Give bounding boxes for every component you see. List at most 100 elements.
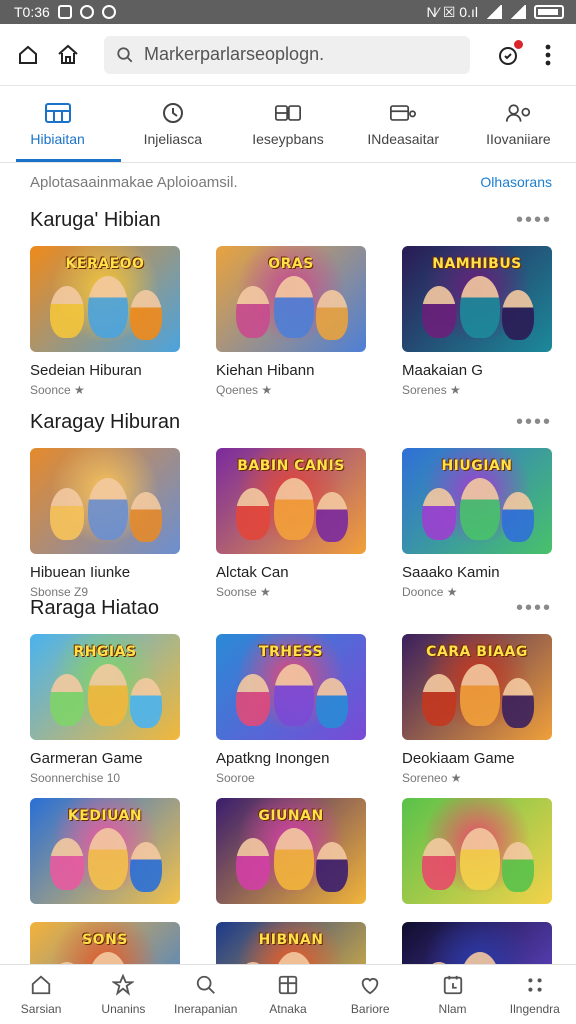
card-title: Alctak Can (216, 564, 289, 581)
character-figure (50, 286, 84, 338)
tab-indeasaitar[interactable]: INdeasaitar (346, 87, 461, 162)
character-figure (316, 492, 348, 542)
clock-icon (160, 102, 186, 123)
character-figure (236, 488, 270, 540)
home-button[interactable] (54, 41, 82, 69)
character-figure (50, 488, 84, 540)
game-card[interactable]: BABIN CANIS Alctak Can Soonse ★ (216, 448, 366, 599)
nav-item-sarsian[interactable]: Sarsian (0, 965, 82, 1024)
thumbnail-title: CARA BIAAG (426, 644, 528, 660)
card-title: Maakaian G (402, 362, 483, 379)
nav-item-atnaka[interactable]: Atnaka (247, 965, 329, 1024)
nav-label: Atnaka (269, 1001, 307, 1016)
share-icon (19, 45, 37, 64)
nav-item-ilngendra[interactable]: Ilngendra (494, 965, 576, 1024)
section-more-icon[interactable]: •••• (516, 412, 552, 432)
nav-item-nlam[interactable]: Nlam (411, 965, 493, 1024)
card-row: Hibuean Iiunke Sbonse Z9 BABIN CANIS Alc… (30, 448, 552, 599)
game-thumbnail: TRHESS (216, 634, 366, 740)
game-thumbnail: RHGIAS (30, 634, 180, 740)
tab-injeliasca[interactable]: Injeliasca (115, 87, 230, 162)
more-vert-icon (545, 44, 551, 65)
game-thumbnail: BABIN CANIS (216, 448, 366, 554)
search-input[interactable]: Markerparlarseoplogn. (144, 44, 324, 65)
nav-item-inerapanian[interactable]: Inerapanian (165, 965, 247, 1024)
tab-ieseypbans[interactable]: Ieseypbans (230, 87, 345, 162)
tab-label: Ieseypbans (252, 130, 324, 147)
game-card[interactable]: NAMHIBUS Maakaian G Sorenes ★ (402, 246, 552, 397)
card-row: KEDIUAN GIUNAN (30, 798, 552, 904)
game-card[interactable]: HIUGIAN Saaako Kamin Doonce ★ (402, 448, 552, 599)
game-card[interactable]: TRHESS Apatkng Inongen Sooroe (216, 634, 366, 785)
search-bar[interactable]: Markerparlarseoplogn. (104, 35, 470, 74)
character-figure (274, 276, 314, 338)
character-figure (130, 842, 162, 892)
card-title: Sedeian Hiburan (30, 362, 142, 379)
nav-item-bariore[interactable]: Bariore (329, 965, 411, 1024)
character-figure (130, 492, 162, 542)
character-figure (236, 838, 270, 890)
section-more-icon[interactable]: •••• (516, 598, 552, 618)
game-card[interactable]: GIUNAN (216, 798, 366, 904)
game-card[interactable]: CARA BIAAG Deokiaam Game Soreneo ★ (402, 634, 552, 785)
tab-label: IIovaniiare (486, 130, 551, 147)
nav-label: Ilngendra (509, 1001, 560, 1016)
category-tabs: Hibiaitan Injeliasca Ieseypbans INdeasai… (0, 87, 576, 163)
cards-icon (275, 103, 301, 123)
share-button[interactable] (14, 41, 42, 69)
character-figure (88, 828, 128, 890)
character-figure (460, 478, 500, 540)
clock: T0:36 (14, 4, 50, 20)
game-card[interactable]: ORAS Kiehan Hibann Qoenes ★ (216, 246, 366, 397)
thumbnail-title: TRHESS (258, 644, 324, 660)
character-figure (236, 286, 270, 338)
notification-icon (57, 5, 72, 19)
card-rating: Sooroe (216, 771, 255, 785)
section-1: Karuga' Hibian •••• KERAEOO Sedeian Hibu… (30, 206, 552, 397)
card-title: Saaako Kamin (402, 564, 500, 581)
nav-label: Unanins (101, 1001, 146, 1016)
game-card[interactable]: RHGIAS Garmeran Game Soonnerchise 10 (30, 634, 180, 785)
nav-label: Sarsian (20, 1001, 62, 1016)
game-thumbnail: ORAS (216, 246, 366, 352)
character-figure (502, 678, 534, 728)
tab-hibiaitan[interactable]: Hibiaitan (0, 87, 122, 162)
tab-label: Hibiaitan (30, 130, 85, 147)
notifications-button[interactable] (494, 38, 524, 69)
grid-icon (44, 102, 71, 123)
section-title: Karagay Hiburan (30, 410, 181, 433)
subheader: Aplotasaainmakae Aploioamsil. Olhasorans (30, 170, 552, 194)
card-row: KERAEOO Sedeian Hiburan Soonce ★ ORAS Ki… (30, 246, 552, 397)
status-bar: T0:36 N⁄ ☒ 0.ıl (0, 0, 576, 24)
tab-label: INdeasaitar (367, 130, 439, 147)
tab-iiovaniiare[interactable]: IIovaniiare (461, 87, 576, 162)
game-card[interactable] (402, 798, 552, 904)
character-figure (88, 478, 128, 540)
character-figure (88, 276, 128, 338)
card-title: Deokiaam Game (402, 750, 515, 767)
game-card[interactable]: KERAEOO Sedeian Hiburan Soonce ★ (30, 246, 180, 397)
section-more-icon[interactable]: •••• (516, 210, 552, 230)
star-icon (111, 973, 135, 996)
see-all-link[interactable]: Olhasorans (480, 174, 552, 190)
character-figure (502, 290, 534, 340)
character-figure (422, 488, 456, 540)
game-card[interactable]: KEDIUAN (30, 798, 180, 904)
nav-item-unanins[interactable]: Unanins (82, 965, 164, 1024)
overflow-menu-button[interactable] (534, 41, 562, 69)
send-icon (101, 5, 116, 19)
search-icon (194, 974, 218, 996)
section-title: Karuga' Hibian (30, 208, 161, 231)
home-icon (29, 974, 53, 996)
battery-icon (534, 5, 564, 19)
character-figure (236, 674, 270, 726)
bottom-navigation: Sarsian Unanins Inerapanian Atnaka Bario… (0, 964, 576, 1024)
character-figure (502, 842, 534, 892)
app-icon (79, 5, 94, 19)
thumbnail-title: HIUGIAN (441, 458, 513, 474)
game-thumbnail (30, 448, 180, 554)
app-bar: Markerparlarseoplogn. (0, 24, 576, 86)
game-card[interactable]: Hibuean Iiunke Sbonse Z9 (30, 448, 180, 599)
character-figure (422, 674, 456, 726)
section-title: Raraga Hiatao (30, 596, 159, 619)
